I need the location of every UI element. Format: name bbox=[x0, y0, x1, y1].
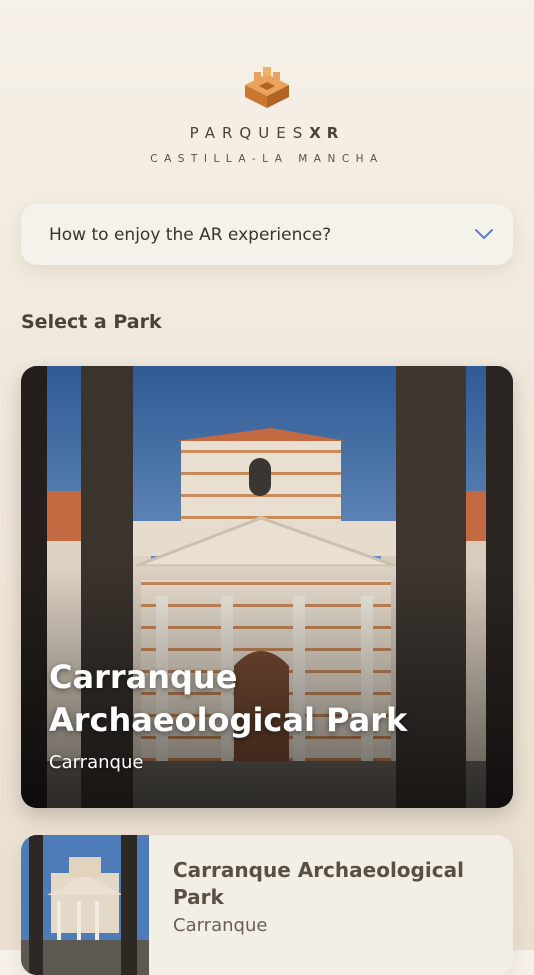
featured-park-title: Carranque Archaeological Park bbox=[49, 658, 408, 739]
brand-name-main: PARQUES bbox=[189, 124, 310, 142]
park-thumbnail-image bbox=[21, 835, 149, 975]
brand-name: PARQUESXR bbox=[0, 124, 534, 142]
featured-park-card[interactable]: Carranque Archaeological Park Carranque bbox=[21, 366, 513, 808]
brand-region: CASTILLA-LA MANCHA bbox=[150, 153, 384, 165]
section-title: Select a Park bbox=[21, 311, 162, 333]
park-list-item-title: Carranque Archaeological Park bbox=[173, 858, 464, 909]
ar-help-accordion[interactable]: How to enjoy the AR experience? bbox=[21, 204, 513, 265]
brand-name-accent: XR bbox=[309, 124, 345, 142]
chevron-down-icon[interactable] bbox=[475, 228, 493, 240]
park-list-item-location: Carranque bbox=[173, 915, 268, 936]
park-thumbnail bbox=[21, 835, 149, 975]
park-list-item[interactable]: Carranque Archaeological Park Carranque bbox=[21, 835, 513, 975]
ar-help-question: How to enjoy the AR experience? bbox=[49, 225, 332, 245]
featured-park-location: Carranque bbox=[49, 752, 144, 773]
castle-tower-icon bbox=[245, 67, 289, 108]
